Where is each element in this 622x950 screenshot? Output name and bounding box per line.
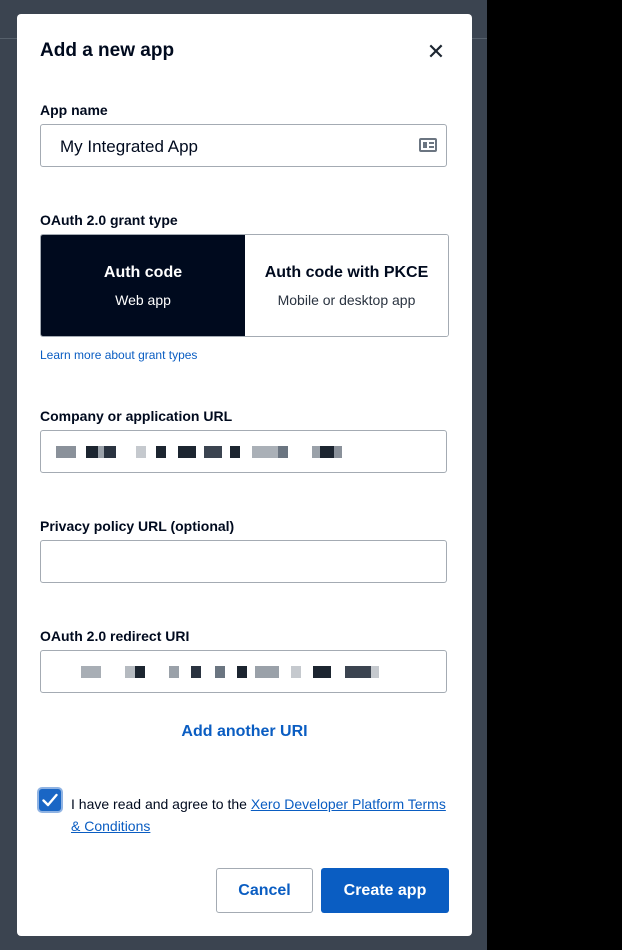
close-icon[interactable]: ✕ (425, 41, 447, 63)
grant-option-subtitle: Web app (115, 291, 171, 308)
contact-card-icon (419, 138, 437, 152)
cancel-button[interactable]: Cancel (216, 868, 313, 913)
grant-option-title: Auth code (103, 263, 183, 281)
app-name-value: My Integrated App (60, 137, 198, 156)
company-url-label: Company or application URL (40, 408, 233, 424)
modal-title: Add a new app (40, 40, 175, 61)
grant-type-label: OAuth 2.0 grant type (40, 212, 178, 228)
add-app-modal: Add a new app ✕ App name My Integrated A… (17, 14, 472, 936)
grant-type-selector: Auth code Web app Auth code with PKCE Mo… (40, 234, 449, 337)
privacy-url-input[interactable] (40, 540, 447, 583)
app-name-input[interactable]: My Integrated App (40, 124, 447, 167)
checkmark-icon (42, 793, 58, 807)
terms-checkbox[interactable] (39, 789, 61, 811)
grant-option-title: Auth code with PKCE (264, 263, 429, 281)
company-url-input[interactable] (40, 430, 447, 473)
grant-option-subtitle: Mobile or desktop app (277, 291, 416, 308)
redirect-uri-label: OAuth 2.0 redirect URI (40, 628, 190, 644)
redacted-uri-value (81, 666, 379, 678)
learn-more-grant-types-link[interactable]: Learn more about grant types (40, 348, 197, 362)
terms-text: I have read and agree to the Xero Develo… (71, 793, 451, 837)
grant-option-auth-code[interactable]: Auth code Web app (41, 235, 245, 336)
app-name-label: App name (40, 102, 108, 118)
privacy-url-label: Privacy policy URL (optional) (40, 518, 235, 534)
grant-option-auth-code-pkce[interactable]: Auth code with PKCE Mobile or desktop ap… (245, 235, 448, 336)
terms-prefix: I have read and agree to the (71, 796, 251, 812)
create-app-button[interactable]: Create app (321, 868, 449, 913)
redacted-url-value (56, 446, 342, 458)
redirect-uri-input[interactable] (40, 650, 447, 693)
add-another-uri-button[interactable]: Add another URI (17, 723, 472, 741)
